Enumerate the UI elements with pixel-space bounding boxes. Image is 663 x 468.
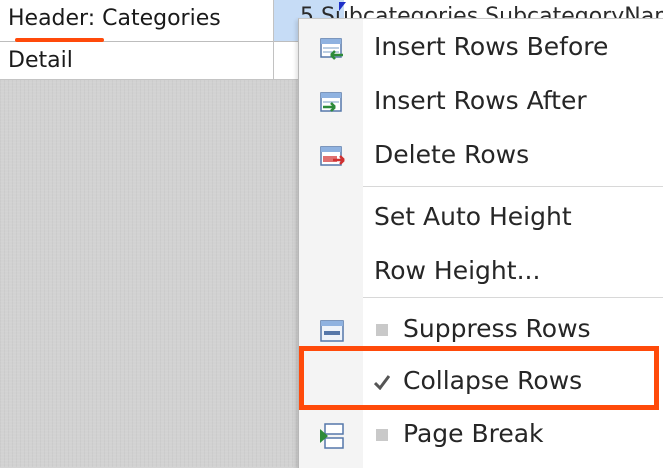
menu-separator <box>363 297 663 298</box>
menu-item-label: Set Auto Height <box>374 202 572 231</box>
detail-row-label: Detail <box>8 48 73 73</box>
menu-item-delete-rows[interactable]: Delete Rows <box>299 130 663 184</box>
delete-rows-icon <box>320 146 345 166</box>
menu-item-set-auto-height[interactable]: Set Auto Height <box>299 192 663 246</box>
menu-separator <box>363 186 663 187</box>
menu-item-row-height[interactable]: Row Height... <box>299 246 663 300</box>
menu-item-label: Delete Rows <box>374 140 530 169</box>
menu-item-label: Insert Rows Before <box>374 32 609 61</box>
detail-row[interactable]: Detail <box>0 42 300 80</box>
menu-item-insert-rows-after[interactable]: Insert Rows After <box>299 76 663 130</box>
suppress-rows-icon <box>320 320 344 342</box>
menu-item-label: Suppress Rows <box>403 314 591 343</box>
insert-rows-after-icon <box>320 92 342 112</box>
insert-rows-before-icon <box>320 38 343 60</box>
menu-item-page-break[interactable]: Page Break <box>299 409 663 463</box>
menu-item-insert-rows-before[interactable]: Insert Rows Before <box>299 22 663 76</box>
menu-item-label: Insert Rows After <box>374 86 587 115</box>
unchecked-box-icon <box>376 324 388 336</box>
header-row-label: Header: Categories <box>8 6 221 31</box>
column-divider <box>273 0 274 80</box>
unchecked-box-icon <box>376 429 388 441</box>
page-break-icon <box>320 423 344 449</box>
menu-item-label: Page Break <box>403 419 544 448</box>
menu-item-label: Row Height... <box>374 256 541 285</box>
highlight-callout-box <box>299 346 659 410</box>
